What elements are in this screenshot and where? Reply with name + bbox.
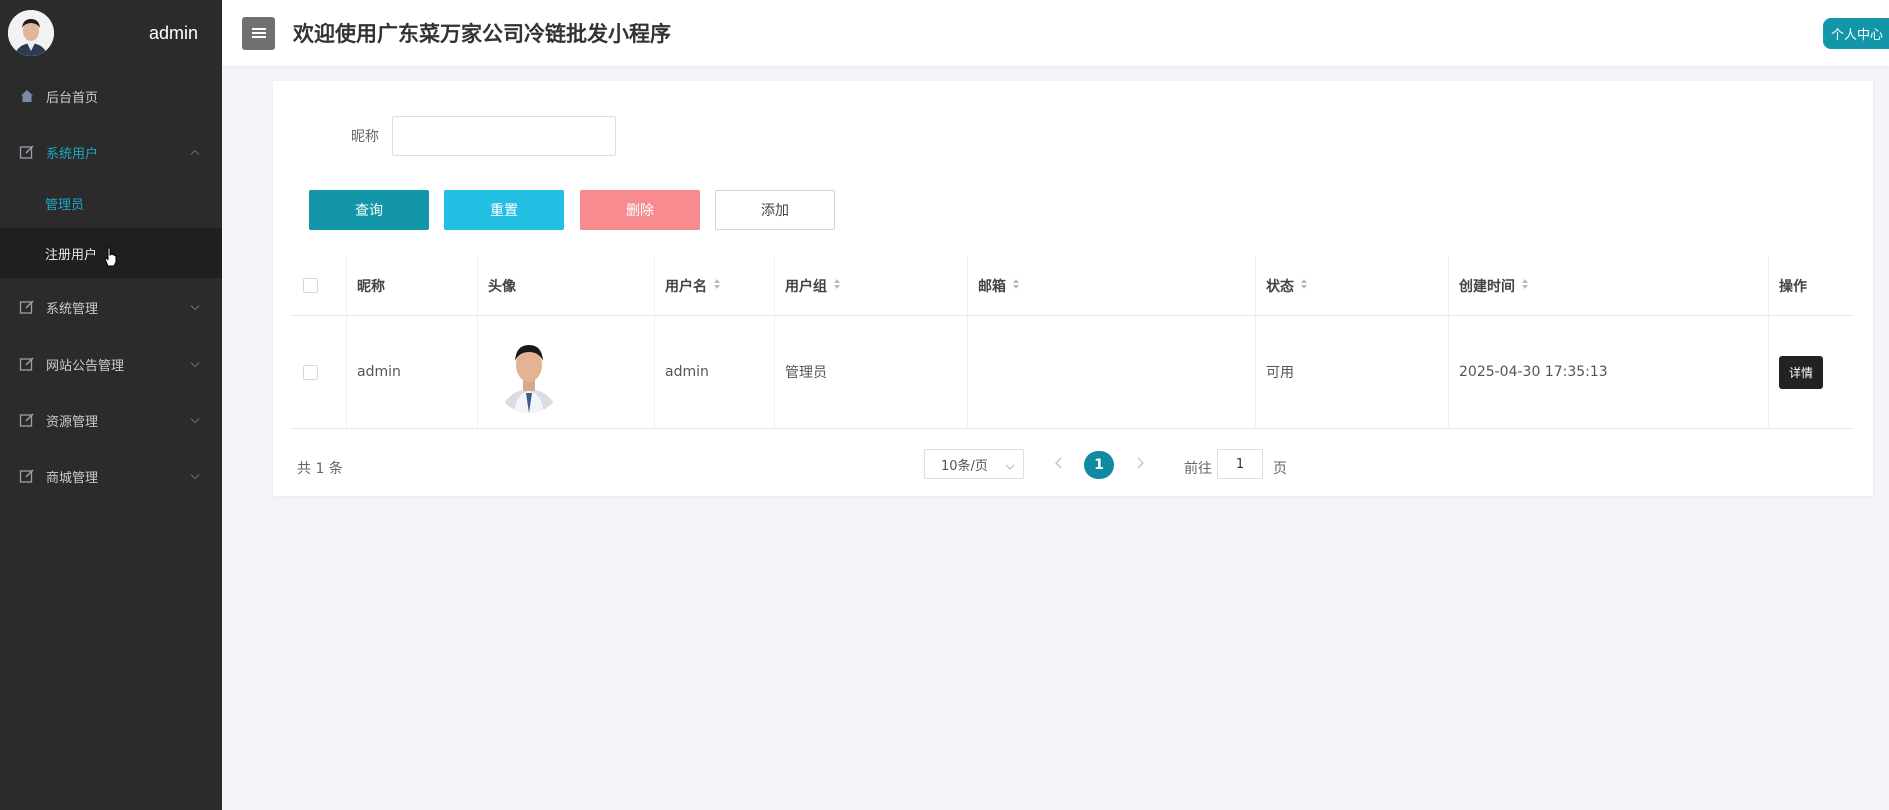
- chevron-down-icon: [190, 413, 200, 428]
- table-header: 昵称 头像 用户名 用户组 邮箱 状态 创建时间 操作: [291, 256, 1853, 316]
- cell-nickname: admin: [347, 316, 478, 428]
- column-header-label: 昵称: [357, 278, 385, 295]
- detail-button[interactable]: 详情: [1779, 355, 1824, 389]
- users-table: 昵称 头像 用户名 用户组 邮箱 状态 创建时间 操作 admin admin …: [291, 256, 1853, 429]
- header-select-all[interactable]: [291, 256, 347, 315]
- nickname-search-input[interactable]: [392, 116, 616, 156]
- cell-email: [968, 316, 1256, 428]
- sidebar-item-label: 系统管理: [46, 301, 99, 317]
- sidebar-subitem-admin[interactable]: 管理员: [0, 178, 222, 228]
- sort-icon[interactable]: [713, 278, 721, 294]
- reset-button[interactable]: 重置: [444, 190, 564, 230]
- column-header-sortable[interactable]: 用户名: [655, 256, 775, 315]
- sidebar-item-mall[interactable]: 商城管理: [0, 448, 222, 504]
- sidebar-item-system-management[interactable]: 系统管理: [0, 278, 222, 336]
- column-header-label: 创建时间: [1459, 278, 1515, 295]
- avatar: [496, 331, 562, 413]
- chevron-down-icon: [190, 300, 200, 315]
- checkbox[interactable]: [303, 364, 318, 380]
- column-header-label: 操作: [1779, 278, 1807, 295]
- sidebar-item-label: 后台首页: [46, 90, 99, 106]
- sidebar-item-home[interactable]: 后台首页: [0, 66, 222, 126]
- edit-icon: [18, 298, 36, 316]
- sort-icon[interactable]: [1012, 278, 1020, 294]
- user-center-button[interactable]: 个人中心: [1822, 18, 1889, 49]
- page-size-value: 10条/页: [941, 458, 988, 474]
- cell-avatar: [478, 316, 655, 428]
- chevron-down-icon: [190, 469, 200, 484]
- column-header-sortable[interactable]: 状态: [1256, 256, 1449, 315]
- column-header: 昵称: [347, 256, 478, 315]
- checkbox[interactable]: [303, 278, 318, 293]
- cell-group: 管理员: [775, 316, 968, 428]
- main-card: 昵称 查询 重置 删除 添加 昵称 头像 用户名 用户组 邮箱 状态 创建时间 …: [273, 81, 1873, 496]
- sidebar-subitem-label: 注册用户: [45, 247, 98, 263]
- sidebar-item-label: 网站公告管理: [46, 358, 125, 374]
- sidebar-item-announcements[interactable]: 网站公告管理: [0, 336, 222, 392]
- add-button[interactable]: 添加: [715, 190, 835, 230]
- page-size-select[interactable]: 10条/页: [924, 449, 1024, 479]
- column-header-label: 用户名: [665, 278, 707, 295]
- sidebar-item-label: 系统用户: [46, 146, 99, 162]
- edit-icon: [18, 411, 36, 429]
- sidebar-username: admin: [148, 22, 198, 43]
- column-header-sortable[interactable]: 邮箱: [968, 256, 1256, 315]
- query-button[interactable]: 查询: [309, 190, 429, 230]
- hand-cursor-icon: [104, 247, 118, 271]
- page-title: 欢迎使用广东菜万家公司冷链批发小程序: [293, 22, 671, 46]
- delete-button[interactable]: 删除: [580, 190, 700, 230]
- next-page-icon[interactable]: [1136, 454, 1144, 473]
- chevron-down-icon: [1005, 459, 1015, 474]
- cell-status: 可用: [1256, 316, 1449, 428]
- column-header-label: 状态: [1266, 278, 1294, 295]
- table-row: admin admin 管理员 可用 2025-04-30 17:35:13 详…: [291, 316, 1853, 429]
- sort-icon[interactable]: [833, 278, 841, 294]
- column-header-label: 邮箱: [978, 278, 1006, 295]
- chevron-up-icon: [190, 145, 200, 160]
- sidebar-header: admin: [0, 0, 222, 66]
- search-label: 昵称: [351, 129, 379, 145]
- sidebar-item-label: 资源管理: [46, 414, 99, 430]
- column-header: 头像: [478, 256, 655, 315]
- home-icon: [18, 87, 36, 105]
- row-select[interactable]: [291, 316, 347, 428]
- cell-actions: 详情: [1769, 316, 1853, 428]
- page-suffix-label: 页: [1273, 461, 1287, 477]
- sidebar: admin 后台首页 系统用户 管理员 注册用户 系统管理 网站公告管理 资源管…: [0, 0, 222, 810]
- sort-icon[interactable]: [1300, 278, 1308, 294]
- chevron-down-icon: [190, 357, 200, 372]
- edit-icon: [18, 467, 36, 485]
- column-header-sortable[interactable]: 创建时间: [1449, 256, 1769, 315]
- top-bar: 欢迎使用广东菜万家公司冷链批发小程序 个人中心: [222, 0, 1889, 66]
- edit-icon: [18, 355, 36, 373]
- goto-page-input[interactable]: 1: [1217, 449, 1263, 479]
- avatar[interactable]: [8, 10, 54, 56]
- sidebar-item-label: 商城管理: [46, 470, 99, 486]
- pagination: 共 1 条 10条/页 1 前往 1 页: [273, 446, 1873, 486]
- goto-label: 前往: [1184, 461, 1212, 477]
- column-header-label: 头像: [488, 278, 516, 295]
- sort-icon[interactable]: [1521, 278, 1529, 294]
- column-header-label: 用户组: [785, 278, 827, 295]
- sidebar-item-resources[interactable]: 资源管理: [0, 392, 222, 448]
- edit-icon: [18, 143, 36, 161]
- cell-created-time: 2025-04-30 17:35:13: [1449, 316, 1769, 428]
- menu-toggle-button[interactable]: [242, 16, 275, 50]
- column-header-sortable[interactable]: 用户组: [775, 256, 968, 315]
- sidebar-item-system-users[interactable]: 系统用户: [0, 126, 222, 178]
- page-number-current[interactable]: 1: [1084, 451, 1114, 479]
- total-count: 共 1 条: [297, 461, 343, 477]
- cell-username: admin: [655, 316, 775, 428]
- hamburger-icon: [251, 28, 266, 38]
- prev-page-icon[interactable]: [1055, 454, 1063, 473]
- sidebar-subitem-label: 管理员: [45, 197, 85, 213]
- column-header: 操作: [1769, 256, 1853, 315]
